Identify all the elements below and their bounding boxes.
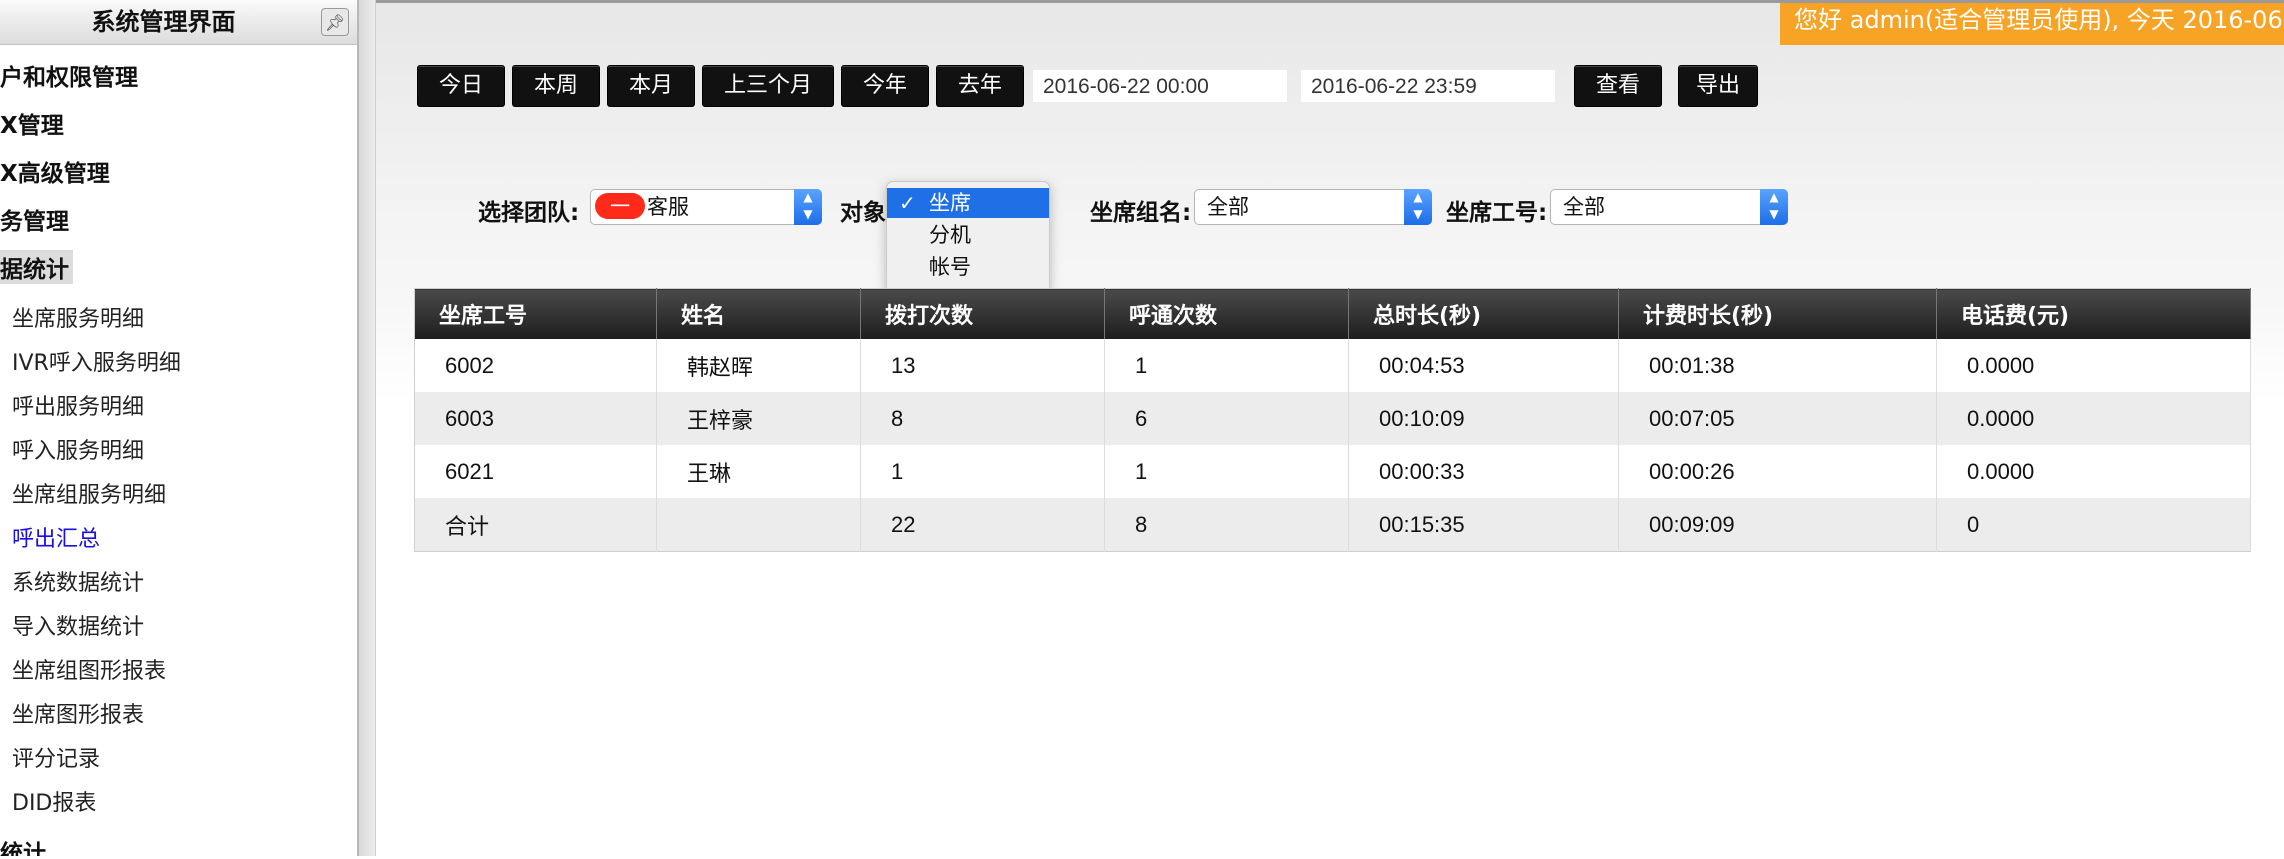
table-cell: 6021 — [414, 445, 657, 498]
last-year-button[interactable]: 去年 — [936, 65, 1024, 107]
object-option-agent[interactable]: ✓ 坐席 — [887, 188, 1049, 218]
pin-icon: 📌︎ — [324, 12, 346, 32]
start-date-input[interactable]: 2016-06-22 00:00 — [1032, 69, 1288, 103]
object-option-extension[interactable]: 分机 — [887, 220, 1049, 250]
object-option-account[interactable]: 帐号 — [887, 252, 1049, 282]
table-cell: 1 — [1104, 445, 1349, 498]
sidebar-section-statistics[interactable]: 据统计 — [0, 250, 73, 284]
table-header-row: 坐席工号 姓名 拨打次数 呼通次数 总时长(秒) 计费时长(秒) 电话费(元) — [414, 288, 2251, 339]
this-week-button[interactable]: 本周 — [512, 65, 600, 107]
last-three-months-button[interactable]: 上三个月 — [702, 65, 834, 107]
table-cell: 13 — [860, 339, 1105, 392]
table-cell: 6003 — [414, 392, 657, 445]
table-cell: 00:04:53 — [1348, 339, 1619, 392]
sidebar-item-group-chart-report[interactable]: 坐席组图形报表 — [12, 653, 166, 685]
table-cell: 00:01:38 — [1618, 339, 1937, 392]
sidebar-resize-handle[interactable] — [359, 0, 376, 856]
table-cell: 00:00:33 — [1348, 445, 1619, 498]
table-cell: 韩赵晖 — [656, 339, 861, 392]
table-cell: 1 — [1104, 339, 1349, 392]
export-button[interactable]: 导出 — [1678, 65, 1758, 107]
group-select[interactable]: 全部 ▲ ▼ — [1194, 189, 1432, 225]
column-header[interactable]: 拨打次数 — [860, 288, 1105, 339]
sidebar-item-group-service-detail[interactable]: 坐席组服务明细 — [12, 477, 166, 509]
table-cell: 0.0000 — [1936, 339, 2251, 392]
select-arrows-icon: ▲▼ — [1760, 189, 1788, 225]
main-panel: 您好 admin(适合管理员使用), 今天 2016-06-22 今日 本周 本… — [376, 0, 2284, 859]
table-cell: 0.0000 — [1936, 392, 2251, 445]
sidebar-section-business[interactable]: 务管理 — [0, 202, 69, 236]
pin-button[interactable]: 📌︎ — [321, 8, 349, 36]
column-header[interactable]: 姓名 — [656, 288, 861, 339]
column-header[interactable]: 计费时长(秒) — [1618, 288, 1937, 339]
object-dropdown-menu: ✓ 坐席 分机 帐号 — [886, 181, 1050, 295]
end-date-input[interactable]: 2016-06-22 23:59 — [1300, 69, 1556, 103]
table-cell: 0.0000 — [1936, 445, 2251, 498]
this-month-button[interactable]: 本月 — [607, 65, 695, 107]
sidebar-item-ivr-inbound-detail[interactable]: IVR呼入服务明细 — [12, 345, 181, 377]
column-header[interactable]: 呼通次数 — [1104, 288, 1349, 339]
team-select-value: 客服 — [647, 195, 689, 219]
sidebar-title: 系统管理界面 — [91, 8, 236, 36]
this-year-button[interactable]: 今年 — [841, 65, 929, 107]
group-label: 坐席组名: — [1090, 200, 1192, 226]
table-row: 6002 韩赵晖 13 1 00:04:53 00:01:38 0.0000 — [414, 339, 2251, 392]
table-cell: 6 — [1104, 392, 1349, 445]
table-cell: 00:09:09 — [1618, 498, 1937, 552]
column-header[interactable]: 总时长(秒) — [1348, 288, 1619, 339]
agent-id-label: 坐席工号: — [1446, 200, 1548, 226]
sidebar-item-system-data-stats[interactable]: 系统数据统计 — [12, 565, 144, 597]
table-cell: 1 — [860, 445, 1105, 498]
sidebar-item-agent-service-detail[interactable]: 坐席服务明细 — [12, 301, 144, 333]
agent-id-select[interactable]: 全部 ▲ ▼ — [1550, 189, 1788, 225]
call-summary-table: 坐席工号 姓名 拨打次数 呼通次数 总时长(秒) 计费时长(秒) 电话费(元) … — [414, 288, 2251, 552]
column-header[interactable]: 坐席工号 — [414, 288, 657, 339]
select-arrows-icon: ▲▼ — [794, 189, 822, 225]
sidebar-item-agent-chart-report[interactable]: 坐席图形报表 — [12, 697, 144, 729]
team-badge: 一 — [595, 193, 645, 219]
group-select-value: 全部 — [1207, 195, 1249, 219]
sidebar-section-permissions[interactable]: 户和权限管理 — [0, 58, 138, 92]
greeting-banner: 您好 admin(适合管理员使用), 今天 2016-06-22 — [1780, 3, 2284, 45]
table-cell: 6002 — [414, 339, 657, 392]
sidebar-header: 系统管理界面 📌︎ — [0, 0, 357, 45]
table-cell: 00:07:05 — [1618, 392, 1937, 445]
table-cell: 王梓豪 — [656, 392, 861, 445]
select-arrows-icon: ▲▼ — [1404, 189, 1432, 225]
table-cell: 00:15:35 — [1348, 498, 1619, 552]
team-label: 选择团队: — [478, 200, 580, 226]
sidebar-item-rating-records[interactable]: 评分记录 — [12, 741, 100, 773]
table-row: 6003 王梓豪 8 6 00:10:09 00:07:05 0.0000 — [414, 392, 2251, 445]
table-cell: 00:00:26 — [1618, 445, 1937, 498]
table-cell: 00:10:09 — [1348, 392, 1619, 445]
table-cell: 合计 — [414, 498, 657, 552]
table-row: 6021 王琳 1 1 00:00:33 00:00:26 0.0000 — [414, 445, 2251, 498]
today-button[interactable]: 今日 — [417, 65, 505, 107]
sidebar-item-import-data-stats[interactable]: 导入数据统计 — [12, 609, 144, 641]
view-button[interactable]: 查看 — [1574, 65, 1662, 107]
agent-id-select-value: 全部 — [1563, 195, 1605, 219]
table-cell — [656, 498, 861, 552]
team-select[interactable]: 一 客服 ▲ ▼ — [590, 189, 822, 225]
table-cell: 22 — [860, 498, 1105, 552]
sidebar-section-x-advanced[interactable]: X高级管理 — [0, 154, 110, 188]
sidebar: 系统管理界面 📌︎ 户和权限管理 X管理 X高级管理 务管理 据统计 坐席服务明… — [0, 0, 359, 856]
sidebar-section-x-management[interactable]: X管理 — [0, 106, 64, 140]
sidebar-item-outbound-summary[interactable]: 呼出汇总 — [12, 521, 100, 553]
object-label: 对象 — [840, 200, 886, 226]
checkmark-icon: ✓ — [899, 191, 916, 215]
table-cell: 王琳 — [656, 445, 861, 498]
column-header[interactable]: 电话费(元) — [1936, 288, 2251, 339]
table-total-row: 合计 22 8 00:15:35 00:09:09 0 — [414, 498, 2251, 552]
sidebar-item-outbound-detail[interactable]: 呼出服务明细 — [12, 389, 144, 421]
sidebar-section-bottom[interactable]: 统计 — [0, 834, 46, 856]
sidebar-item-inbound-detail[interactable]: 呼入服务明细 — [12, 433, 144, 465]
table-cell: 0 — [1936, 498, 2251, 552]
sidebar-item-did-report[interactable]: DID报表 — [12, 785, 96, 817]
table-cell: 8 — [1104, 498, 1349, 552]
table-cell: 8 — [860, 392, 1105, 445]
